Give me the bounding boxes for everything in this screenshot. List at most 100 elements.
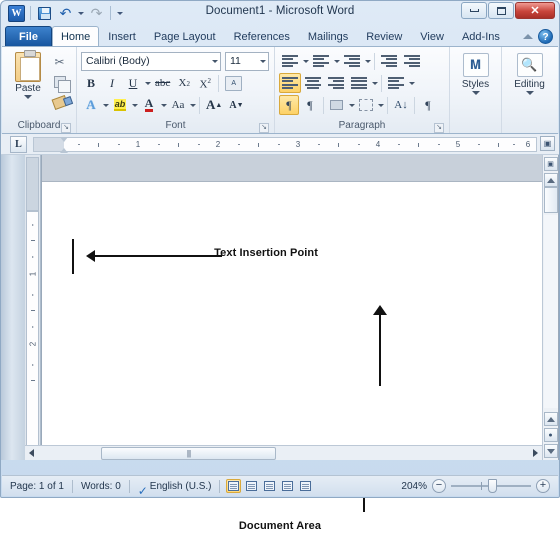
strikethrough-button[interactable]: abc [152, 73, 173, 93]
zoom-level-label[interactable]: 204% [401, 481, 427, 492]
view-draft-button[interactable] [298, 479, 313, 493]
view-outline-button[interactable] [280, 479, 295, 493]
sort-button[interactable]: A↓ [391, 95, 411, 115]
tab-view[interactable]: View [411, 26, 453, 46]
cut-button[interactable]: ✂ [50, 53, 69, 71]
paragraph-dialog-launcher[interactable]: ↘ [434, 123, 444, 133]
text-effects-dropdown-icon[interactable] [103, 103, 109, 107]
superscript-button[interactable]: X2 [195, 73, 215, 93]
change-case-dropdown-icon[interactable] [190, 103, 196, 107]
indent-marker[interactable] [60, 136, 68, 153]
text-effects-button[interactable]: A [81, 95, 101, 115]
view-print-layout-button[interactable] [226, 479, 242, 493]
maximize-button[interactable] [488, 2, 514, 19]
align-center-button[interactable] [302, 73, 324, 93]
ltr-text-direction-button[interactable]: ¶ [279, 95, 299, 115]
subscript-button[interactable]: X2 [174, 73, 194, 93]
line-spacing-dropdown-icon[interactable] [409, 81, 415, 85]
decrease-indent-button[interactable] [378, 51, 400, 71]
align-right-button[interactable] [325, 73, 347, 93]
document-page[interactable]: Text Insertion Point [41, 155, 559, 460]
horizontal-scroll-thumb[interactable]: |||| [101, 446, 276, 460]
zoom-slider[interactable] [451, 479, 531, 493]
bold-button[interactable]: B [81, 73, 101, 93]
scroll-right-button[interactable] [529, 447, 542, 460]
chevron-down-icon[interactable] [525, 91, 534, 95]
show-formatting-marks-button[interactable]: ¶ [418, 95, 438, 115]
line-spacing-button[interactable] [385, 73, 407, 93]
font-color-button[interactable]: A [139, 95, 159, 115]
font-name-combo[interactable]: Calibri (Body) [81, 51, 221, 71]
horizontal-scrollbar[interactable]: |||| [25, 445, 542, 460]
clear-formatting-button[interactable]: A [222, 73, 245, 93]
copy-button[interactable] [50, 73, 71, 93]
status-language[interactable]: English (U.S.) [142, 481, 220, 492]
borders-button[interactable] [356, 95, 376, 115]
zoom-out-button[interactable]: − [432, 479, 446, 493]
styles-button[interactable]: 𝐌 Styles [454, 50, 497, 95]
numbering-button[interactable] [310, 51, 332, 71]
tab-mailings[interactable]: Mailings [299, 26, 357, 46]
vertical-scroll-thumb[interactable] [543, 187, 558, 213]
change-case-button[interactable]: Aa [168, 95, 188, 115]
tab-stop-selector[interactable]: L [10, 135, 27, 153]
status-page-number[interactable]: Page: 1 of 1 [2, 481, 72, 492]
tab-home[interactable]: Home [51, 26, 100, 46]
view-ruler-button[interactable]: ▣ [540, 136, 555, 151]
close-button[interactable]: ✕ [515, 2, 555, 19]
scroll-left-button[interactable] [25, 447, 38, 460]
justify-button[interactable] [348, 73, 370, 93]
bullets-button[interactable] [279, 51, 301, 71]
chevron-up-icon[interactable] [523, 34, 533, 39]
status-word-count[interactable]: Words: 0 [73, 481, 129, 492]
increase-indent-button[interactable] [401, 51, 423, 71]
bullets-dropdown-icon[interactable] [303, 59, 309, 63]
numbering-dropdown-icon[interactable] [334, 59, 340, 63]
paste-button[interactable]: Paste [6, 50, 50, 111]
italic-button[interactable]: I [102, 73, 122, 93]
tab-file[interactable]: File [5, 26, 52, 46]
minimize-button[interactable] [461, 2, 487, 19]
align-left-button[interactable] [279, 73, 301, 93]
clipboard-dialog-launcher[interactable]: ↘ [61, 123, 71, 133]
shading-dropdown-icon[interactable] [349, 103, 355, 107]
rtl-text-direction-button[interactable]: ¶ [300, 95, 320, 115]
chevron-down-icon[interactable] [24, 95, 32, 99]
view-full-screen-reading-button[interactable] [244, 479, 259, 493]
tab-page-layout[interactable]: Page Layout [145, 26, 225, 46]
format-painter-button[interactable] [50, 93, 69, 111]
tab-references[interactable]: References [225, 26, 299, 46]
tab-add-ins[interactable]: Add-Ins [453, 26, 509, 46]
font-dialog-launcher[interactable]: ↘ [259, 123, 269, 133]
editing-button[interactable]: 🔍 Editing [507, 50, 553, 95]
select-browse-object-button[interactable]: ● [543, 428, 558, 442]
view-ruler-toggle-button[interactable]: ▣ [543, 157, 558, 171]
shrink-font-button[interactable]: A ▼ [226, 95, 246, 115]
font-size-combo[interactable]: 11 [225, 51, 269, 71]
vertical-scroll-track[interactable] [543, 215, 558, 408]
highlight-dropdown-icon[interactable] [132, 103, 138, 107]
vertical-scrollbar[interactable]: ▣ ● [542, 155, 558, 460]
font-color-dropdown-icon[interactable] [161, 103, 167, 107]
view-web-layout-button[interactable] [262, 479, 277, 493]
zoom-in-button[interactable]: + [536, 479, 550, 493]
chevron-down-icon[interactable] [471, 91, 480, 95]
zoom-slider-handle[interactable] [487, 479, 497, 493]
next-page-button[interactable] [543, 444, 558, 458]
vertical-ruler[interactable]: 1 2 [25, 155, 41, 460]
multilevel-list-dropdown-icon[interactable] [365, 59, 371, 63]
tab-review[interactable]: Review [357, 26, 411, 46]
grow-font-button[interactable]: A ▲ [203, 95, 225, 115]
justify-dropdown-icon[interactable] [372, 81, 378, 85]
tab-insert[interactable]: Insert [99, 26, 145, 46]
borders-dropdown-icon[interactable] [378, 103, 384, 107]
underline-button[interactable]: U [123, 73, 143, 93]
underline-dropdown-icon[interactable] [145, 81, 151, 85]
scroll-up-button[interactable] [543, 173, 558, 187]
previous-page-button[interactable] [543, 412, 558, 426]
multilevel-list-button[interactable] [341, 51, 363, 71]
help-button[interactable]: ? [538, 29, 553, 44]
shading-button[interactable] [327, 95, 347, 115]
horizontal-ruler[interactable]: 1 2 3 4 5 6 [33, 136, 537, 153]
text-highlight-button[interactable]: ab [110, 95, 130, 115]
